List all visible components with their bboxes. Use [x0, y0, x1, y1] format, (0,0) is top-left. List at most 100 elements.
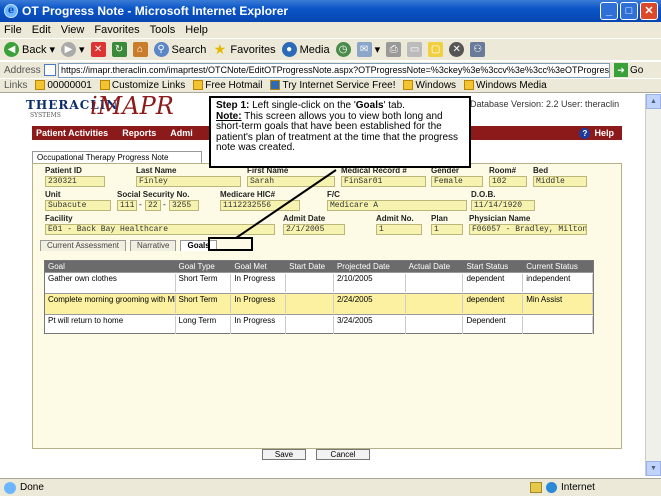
link-windows[interactable]: Windows — [403, 80, 456, 91]
address-input[interactable]: https://imapr.theraclin.com/imaprtest/OT… — [58, 62, 610, 78]
column-header[interactable]: Actual Date — [406, 261, 464, 272]
scroll-down-icon[interactable]: ▼ — [646, 461, 661, 476]
forward-arrow-icon: ▶ — [61, 42, 76, 57]
start-status-cell: dependent — [463, 295, 524, 313]
fc-label: F/C — [327, 190, 340, 199]
star-icon: ★ — [213, 41, 227, 57]
close-button[interactable]: ✕ — [640, 2, 658, 20]
link-icon — [464, 80, 475, 91]
research-button[interactable]: ✕ — [449, 42, 465, 57]
progress-note-tabs: Current Assessment Narrative Goals — [40, 240, 217, 251]
app-logo: THERACLIN SYSTEMS iMAPR — [26, 94, 174, 120]
plan-label: Plan — [431, 214, 448, 223]
start-status-cell: dependent — [463, 274, 524, 292]
globe-icon — [546, 482, 557, 493]
nav-admin[interactable]: Admi — [170, 128, 193, 138]
unit-field: Subacute — [45, 200, 111, 211]
start-status-cell: Dependent — [463, 316, 524, 334]
nav-reports[interactable]: Reports — [122, 128, 156, 138]
callout-step-end: ' tab. — [383, 100, 405, 111]
column-header[interactable]: Start Date — [286, 261, 334, 272]
messenger-button[interactable]: ⚇ — [470, 42, 486, 57]
links-label: Links — [4, 80, 28, 91]
admit-no-field: 1 — [376, 224, 422, 235]
table-row[interactable]: Pt will return to home Long Term In Prog… — [45, 314, 593, 335]
goal-cell: Complete morning grooming with MinA. — [45, 295, 176, 313]
tab-narrative[interactable]: Narrative — [130, 240, 177, 251]
fc-field: Medicare A — [327, 200, 467, 211]
link-free-hotmail[interactable]: Free Hotmail — [193, 80, 262, 91]
back-arrow-icon: ◀ — [4, 42, 19, 57]
column-header[interactable]: Start Status — [463, 261, 523, 272]
scroll-up-icon[interactable]: ▲ — [646, 94, 661, 109]
link-customize-links[interactable]: Customize Links — [99, 80, 185, 91]
back-button[interactable]: ◀ Back ▾ — [4, 42, 55, 57]
tutorial-callout: Step 1: Left single-click on the 'Goals'… — [209, 96, 471, 168]
goal-met-cell: In Progress — [231, 274, 287, 292]
link-windows-media[interactable]: Windows Media — [464, 80, 547, 91]
column-header[interactable]: Goal — [45, 261, 176, 272]
menu-file[interactable]: File — [4, 24, 22, 36]
column-header[interactable]: Goal Type — [176, 261, 232, 272]
media-icon: ● — [281, 42, 297, 57]
current-status-cell: Min Assist — [523, 295, 593, 313]
callout-note-label: Note: — [216, 110, 242, 122]
link-icon — [35, 80, 46, 91]
help-link[interactable]: ? Help — [579, 127, 614, 139]
lock-icon — [530, 482, 542, 493]
ssn-part2-field: 22 — [145, 200, 161, 211]
room-field: 102 — [489, 176, 527, 187]
link-try-internet[interactable]: Try Internet Service Free! — [270, 80, 395, 91]
search-button[interactable]: ⚲ Search — [153, 42, 206, 57]
gender-field: Female — [431, 176, 483, 187]
table-row[interactable]: Complete morning grooming with MinA. Sho… — [45, 293, 593, 314]
go-button[interactable]: ➜ Go — [614, 63, 643, 77]
physician-field: F06057 - Bradley, Milton — [469, 224, 587, 235]
start-date-cell — [286, 295, 334, 313]
link-icon — [403, 80, 414, 91]
ie-logo-icon: e — [4, 4, 18, 18]
patient-id-field: 230321 — [45, 176, 105, 187]
forward-button[interactable]: ▶ ▾ — [61, 42, 85, 57]
maximize-button[interactable]: □ — [620, 2, 638, 20]
column-header[interactable]: Projected Date — [334, 261, 406, 272]
projected-date-cell: 2/24/2005 — [334, 295, 406, 313]
dob-field: 11/14/1920 — [471, 200, 535, 211]
print-button[interactable]: ⎙ — [386, 42, 402, 57]
home-button[interactable]: ⌂ — [132, 42, 148, 57]
minimize-button[interactable]: _ — [600, 2, 618, 20]
admit-date-label: Admit Date — [283, 214, 326, 223]
nav-patient-activities[interactable]: Patient Activities — [36, 128, 108, 138]
vertical-scrollbar[interactable]: ▲ ▼ — [645, 94, 661, 476]
cancel-button[interactable]: Cancel — [316, 449, 370, 460]
discuss-button[interactable]: ▢ — [428, 42, 444, 57]
menu-tools[interactable]: Tools — [150, 24, 176, 36]
mail-button[interactable]: ✉ ▾ — [356, 42, 380, 57]
table-row[interactable]: Gather own clothes Short Term In Progres… — [45, 272, 593, 293]
save-button[interactable]: Save — [262, 449, 306, 460]
tab-current-assessment[interactable]: Current Assessment — [40, 240, 127, 251]
menu-help[interactable]: Help — [185, 24, 208, 36]
link-00000001[interactable]: 00000001 — [35, 80, 92, 91]
actual-date-cell — [406, 274, 464, 292]
edit-page-button[interactable]: ▭ — [407, 42, 423, 57]
favorites-button[interactable]: ★ Favorites — [212, 41, 276, 57]
refresh-button[interactable]: ↻ — [111, 42, 127, 57]
goal-type-cell: Long Term — [176, 316, 232, 334]
menu-favorites[interactable]: Favorites — [94, 24, 139, 36]
refresh-icon: ↻ — [111, 42, 127, 57]
last-name-field: Finley — [136, 176, 241, 187]
research-icon: ✕ — [449, 42, 465, 57]
menu-edit[interactable]: Edit — [32, 24, 51, 36]
history-button[interactable]: ◷ — [335, 42, 351, 57]
security-zone: Internet — [546, 482, 595, 493]
discuss-icon: ▢ — [428, 42, 444, 57]
column-header[interactable]: Goal Met — [231, 261, 286, 272]
page-icon — [44, 64, 56, 76]
callout-tab-name: Goals — [355, 100, 384, 111]
column-header[interactable]: Current Status — [523, 261, 593, 272]
menu-view[interactable]: View — [61, 24, 85, 36]
bed-field: Middle — [533, 176, 587, 187]
media-button[interactable]: ● Media — [281, 42, 330, 57]
stop-button[interactable]: ✕ — [90, 42, 106, 57]
